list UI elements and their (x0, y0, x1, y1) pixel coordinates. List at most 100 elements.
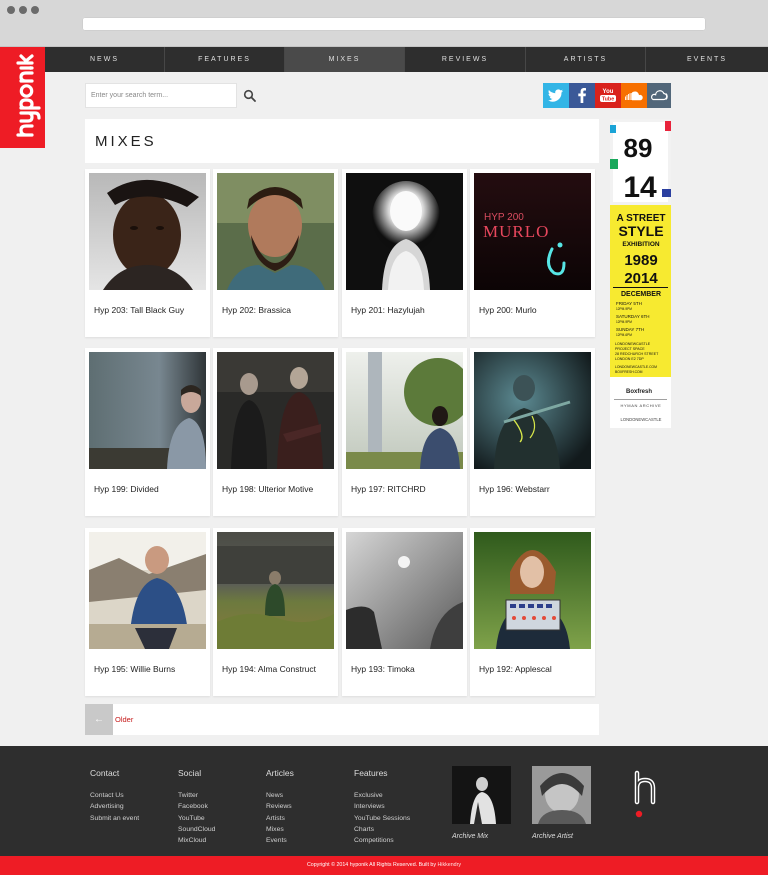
ad-venue-2: PROJECT SPACE (615, 347, 645, 351)
mix-thumbnail[interactable] (217, 173, 334, 290)
mix-title[interactable]: Hyp 199: Divided (94, 484, 159, 494)
footer-link[interactable]: Interviews (354, 801, 410, 812)
nav-mixes[interactable]: MIXES (285, 47, 405, 72)
nav-features[interactable]: FEATURES (165, 47, 285, 72)
mix-card[interactable]: Hyp 199: Divided (85, 348, 210, 516)
mix-thumbnail[interactable] (474, 352, 591, 469)
mix-card[interactable]: Hyp 194: Alma Construct (213, 528, 338, 696)
older-arrow-button[interactable]: ← (85, 704, 113, 735)
mix-card[interactable]: Hyp 201: Hazylujah (342, 169, 467, 337)
exhibition-ad-banner[interactable]: 89 14 A STREET STYLE EXHIBITION 1989 201… (610, 119, 671, 428)
facebook-icon[interactable] (569, 83, 595, 108)
mix-thumbnail[interactable] (217, 532, 334, 649)
page-title-panel: MIXES (85, 119, 599, 163)
mixcloud-icon[interactable] (647, 83, 671, 108)
mix-card[interactable]: Hyp 198: Ulterior Motive (213, 348, 338, 516)
footer-link[interactable]: Events (266, 835, 294, 846)
copyright-bar: Copyright © 2014 hyponik All Rights Rese… (0, 856, 768, 875)
ad-date-1: FRIDAY 5TH (616, 301, 642, 306)
footer-link[interactable]: YouTube Sessions (354, 813, 410, 824)
mix-card[interactable]: Hyp 193: Timoka (342, 528, 467, 696)
mix-title[interactable]: Hyp 202: Brassica (222, 305, 291, 315)
mix-title[interactable]: Hyp 193: Timoka (351, 664, 415, 674)
search-input[interactable]: Enter your search term... (85, 83, 237, 108)
hyponik-logo[interactable] (0, 47, 45, 148)
twitter-icon[interactable] (543, 83, 569, 108)
mix-thumbnail[interactable]: HYP 200 MURLO (474, 173, 591, 290)
window-close-dot[interactable] (7, 6, 15, 14)
youtube-icon[interactable]: You Tube (595, 83, 621, 108)
mix-card[interactable]: Hyp 195: Willie Burns (85, 528, 210, 696)
svg-text:Tube: Tube (602, 97, 614, 103)
footer-articles-column: Articles News Reviews Artists Mixes Even… (266, 768, 294, 846)
mix-card[interactable]: Hyp 202: Brassica (213, 169, 338, 337)
mix-thumbnail[interactable] (346, 532, 463, 649)
footer-link[interactable]: SoundCloud (178, 824, 215, 835)
mix-card[interactable]: HYP 200 MURLO Hyp 200: Murlo (470, 169, 595, 337)
mix-title[interactable]: Hyp 195: Willie Burns (94, 664, 175, 674)
mix-thumbnail[interactable] (89, 173, 206, 290)
mix-thumbnail[interactable] (346, 173, 463, 290)
mix-title[interactable]: Hyp 203: Tall Black Guy (94, 305, 184, 315)
footer-link[interactable]: Exclusive (354, 790, 410, 801)
footer-link[interactable]: News (266, 790, 294, 801)
mix-thumbnail[interactable] (89, 352, 206, 469)
ad-venue-4: LONDON E2 7DP (615, 357, 644, 361)
ad-link-1: LONDONEWCASTLE.COM (615, 365, 657, 369)
ad-time-2: 12PM-9PM (616, 320, 632, 324)
footer-link[interactable]: Facebook (178, 801, 215, 812)
mix-title[interactable]: Hyp 201: Hazylujah (351, 305, 425, 315)
mix-card[interactable]: Hyp 196: Webstarr (470, 348, 595, 516)
archive-mix-caption[interactable]: Archive Mix (452, 833, 488, 840)
footer-link[interactable]: MixCloud (178, 835, 215, 846)
nav-events[interactable]: EVENTS (646, 47, 768, 72)
footer-social-column: Social Twitter Facebook YouTube SoundClo… (178, 768, 215, 846)
footer-link[interactable]: Reviews (266, 801, 294, 812)
nav-news[interactable]: NEWS (45, 47, 165, 72)
footer-heading: Features (354, 768, 388, 778)
mix-title[interactable]: Hyp 200: Murlo (479, 305, 537, 315)
footer-hyponik-mark-icon[interactable] (628, 770, 662, 820)
mix-card[interactable]: Hyp 203: Tall Black Guy (85, 169, 210, 337)
mix-thumbnail[interactable] (89, 532, 206, 649)
archive-artist-caption[interactable]: Archive Artist (532, 833, 573, 840)
archive-artist-thumbnail[interactable] (532, 766, 591, 824)
footer-link[interactable]: YouTube (178, 813, 215, 824)
copyright-author-link[interactable]: Hikkendry (437, 862, 461, 868)
footer-link[interactable]: Mixes (266, 824, 294, 835)
mix-art-title: MURLO (483, 222, 549, 241)
mix-title[interactable]: Hyp 194: Alma Construct (222, 664, 316, 674)
window-maximize-dot[interactable] (31, 6, 39, 14)
ad-archive: HYMAN ARCHIVE (621, 403, 662, 408)
mix-thumbnail[interactable] (217, 352, 334, 469)
address-bar[interactable] (82, 17, 706, 31)
footer-link[interactable]: Charts (354, 824, 410, 835)
footer-link[interactable]: Twitter (178, 790, 215, 801)
mix-card[interactable]: Hyp 197: RITCHRD (342, 348, 467, 516)
mix-title[interactable]: Hyp 196: Webstarr (479, 484, 550, 494)
search-icon[interactable] (243, 89, 257, 103)
nav-artists[interactable]: ARTISTS (526, 47, 646, 72)
footer-link[interactable]: Submit an event (90, 813, 139, 824)
window-minimize-dot[interactable] (19, 6, 27, 14)
mix-title[interactable]: Hyp 198: Ulterior Motive (222, 484, 313, 494)
mix-card[interactable]: Hyp 192: Applescal (470, 528, 595, 696)
nav-reviews[interactable]: REVIEWS (405, 47, 526, 72)
mix-title[interactable]: Hyp 197: RITCHRD (351, 484, 426, 494)
mix-title[interactable]: Hyp 192: Applescal (479, 664, 552, 674)
ad-venue-3: 28 REDCHURCH STREET (615, 352, 659, 356)
ad-year-bottom: 14 (623, 171, 657, 204)
footer-link[interactable]: Advertising (90, 801, 139, 812)
mix-thumbnail[interactable] (474, 532, 591, 649)
footer-link[interactable]: Artists (266, 813, 294, 824)
mix-thumbnail[interactable] (346, 352, 463, 469)
soundcloud-icon[interactable] (621, 83, 647, 108)
footer-link[interactable]: Competitions (354, 835, 410, 846)
archive-mix-thumbnail[interactable] (452, 766, 511, 824)
older-link[interactable]: Older (115, 715, 133, 724)
footer-heading: Articles (266, 768, 294, 778)
svg-text:You: You (603, 89, 614, 95)
site-footer: Contact Contact Us Advertising Submit an… (0, 746, 768, 856)
footer-link[interactable]: Contact Us (90, 790, 139, 801)
ad-sponsor: Boxfresh (626, 389, 652, 395)
